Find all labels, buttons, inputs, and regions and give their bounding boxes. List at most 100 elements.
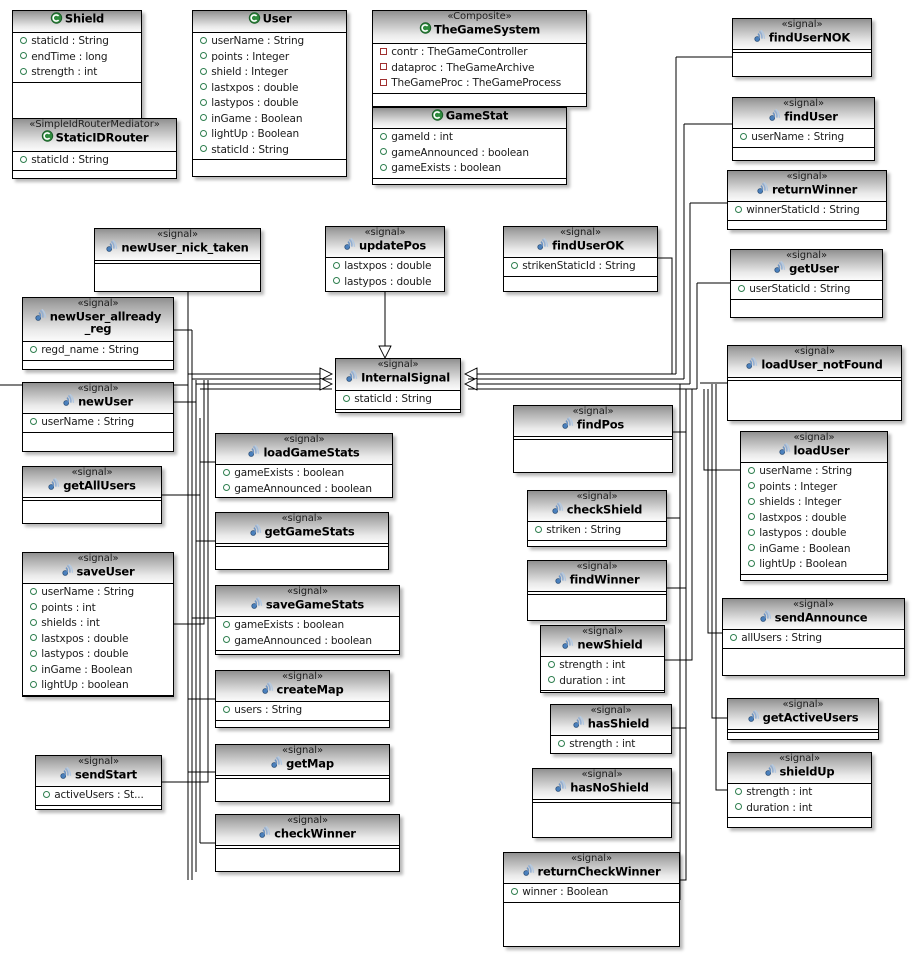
uml-class-getgamestats[interactable]: «signal» getGameStats — [215, 512, 389, 570]
uml-class-finduserok[interactable]: «signal» findUserOK strikenStaticId : Str… — [503, 226, 658, 292]
uml-class-getmap[interactable]: «signal» getMap — [215, 744, 390, 802]
public-visibility-icon — [29, 662, 38, 678]
class-header-getuser: «signal» getUser — [731, 250, 882, 281]
uml-class-hasshield[interactable]: «signal» hasShield strength : int — [550, 704, 672, 754]
uml-class-thegamesystem[interactable]: «Composite» TheGameSystem contr : TheGame… — [372, 10, 587, 107]
attribute-row: lightUp : Boolean — [193, 127, 346, 143]
uml-class-finduser[interactable]: «signal» findUser userName : String — [732, 97, 875, 161]
uml-class-user[interactable]: User userName : String points : Integer … — [192, 10, 347, 177]
public-visibility-icon — [19, 49, 28, 65]
uml-class-staticidrouter[interactable]: «SimpleIdRouterMediator» StaticIDRouter s… — [12, 118, 177, 179]
attribute-row: lastxpos : double — [741, 511, 887, 527]
class-title-returncheckwinner: returnCheckWinner — [506, 864, 677, 878]
uml-class-getallusers[interactable]: «signal» getAllUsers — [22, 466, 162, 524]
uml-class-sendstart[interactable]: «signal» sendStart activeUsers : St... — [35, 755, 162, 810]
class-stereotype-returncheckwinner: «signal» — [570, 853, 613, 864]
uml-class-checkwinner[interactable]: «signal» checkWinner — [215, 814, 400, 872]
uml-class-loadgamestats[interactable]: «signal» loadGameStats gameExists : boole… — [215, 433, 393, 498]
class-title-createmap: createMap — [218, 682, 387, 696]
class-name-staticidrouter: StaticIDRouter — [55, 129, 149, 144]
public-visibility-icon — [199, 33, 208, 49]
attribute-text: lightUp : Boolean — [756, 558, 847, 570]
attribute-row: strikenStaticId : String — [504, 259, 657, 275]
attribute-row: strength : int — [728, 785, 871, 801]
uml-class-saveuser[interactable]: «signal» saveUser userName : String point… — [22, 552, 174, 697]
class-name-newuser: newUser — [78, 393, 133, 408]
uml-class-shield[interactable]: Shield staticId : String endTime : long … — [12, 10, 142, 119]
class-stereotype-newuser_nick_taken: «signal» — [156, 229, 199, 240]
uml-class-sendannounce[interactable]: «signal» sendAnnounce allUsers : String — [722, 598, 905, 676]
public-visibility-icon — [199, 142, 208, 158]
attribute-text: regd_name : String — [38, 344, 139, 356]
attributes-compartment-loadgamestats: gameExists : boolean gameAnnounced : boo… — [216, 465, 392, 497]
attributes-compartment-internalsignal: staticId : String — [336, 391, 460, 409]
class-title-updatepos: updatePos — [328, 238, 442, 252]
uml-class-gamestat[interactable]: GameStat gameId : int gameAnnounced : bo… — [372, 107, 567, 185]
uml-class-newuser_nick_taken[interactable]: «signal» newUser_nick_taken — [94, 228, 261, 292]
attribute-text: lastypos : double — [756, 527, 847, 539]
uml-class-getactiveusers[interactable]: «signal» getActiveUsers — [727, 698, 879, 740]
attribute-row: gameId : int — [373, 130, 566, 146]
class-title-finduserNOK: findUserNOK — [735, 30, 869, 44]
class-header-saveuser: «signal» saveUser — [23, 553, 173, 584]
class-icon — [248, 11, 261, 24]
attribute-row: points : int — [23, 601, 173, 617]
attribute-row: TheGameProc : TheGameProcess — [373, 76, 586, 92]
uml-class-loaduser[interactable]: «signal» loadUser userName : String point… — [740, 431, 888, 581]
uml-class-shieldup[interactable]: «signal» shieldUp strength : int duration… — [727, 752, 872, 828]
uml-class-hasnoshield[interactable]: «signal» hasNoShield — [532, 768, 672, 838]
class-title-newuser_allready_reg: newUser_allready _reg — [25, 309, 171, 335]
signal-icon — [271, 756, 284, 768]
uml-class-returnwinner[interactable]: «signal» returnWinner winnerStaticId : St… — [727, 170, 887, 230]
attributes-compartment-newuser_allready_reg: regd_name : String — [23, 342, 173, 360]
attribute-text: striken : String — [543, 524, 621, 536]
class-header-savegamestats: «signal» saveGameStats — [216, 586, 399, 617]
class-header-findpos: «signal» findPos — [514, 406, 672, 437]
uml-class-getuser[interactable]: «signal» getUser userStaticId : String — [730, 249, 883, 318]
operations-compartment-returnwinner — [728, 219, 886, 229]
class-header-newuser_nick_taken: «signal» newUser_nick_taken — [95, 229, 260, 261]
uml-class-updatepos[interactable]: «signal» updatePos lastxpos : double last… — [325, 226, 445, 292]
uml-class-loaduser_notfound[interactable]: «signal» loadUser_notFound — [727, 345, 902, 421]
class-title-shieldup: shieldUp — [730, 764, 869, 778]
signal-icon — [554, 572, 568, 584]
uml-class-createmap[interactable]: «signal» createMap users : String — [215, 670, 390, 728]
uml-class-checkshield[interactable]: «signal» checkShield striken : String — [527, 490, 667, 547]
public-visibility-icon — [332, 274, 341, 290]
attribute-text: gameExists : boolean — [231, 619, 344, 631]
class-header-shield: Shield — [13, 11, 141, 33]
public-visibility-icon — [29, 600, 38, 616]
operations-compartment-thegamesystem — [373, 92, 586, 106]
class-icon — [41, 130, 54, 142]
class-header-returnwinner: «signal» returnWinner — [728, 171, 886, 202]
operations-compartment-finduserok — [504, 275, 657, 291]
class-header-finduserok: «signal» findUserOK — [504, 227, 657, 258]
signal-icon — [249, 524, 263, 536]
attribute-row: staticId : String — [13, 153, 176, 169]
operations-compartment-loaduser — [741, 573, 887, 580]
class-header-sendannounce: «signal» sendAnnounce — [723, 599, 904, 630]
signal-icon — [522, 864, 536, 876]
class-title-user: User — [195, 11, 344, 25]
class-name-savegamestats: saveGameStats — [265, 596, 365, 611]
class-icon — [419, 22, 432, 34]
operations-compartment-returncheckwinner — [504, 901, 679, 946]
uml-class-savegamestats[interactable]: «signal» saveGameStats gameExists : boole… — [215, 585, 400, 655]
uml-class-findpos[interactable]: «signal» findPos — [513, 405, 673, 473]
attribute-row: gameExists : boolean — [373, 161, 566, 177]
uml-class-internalsignal[interactable]: «signal» InternalSignal staticId : String — [335, 358, 461, 413]
public-visibility-icon — [199, 64, 208, 80]
class-name-getuser: getUser — [789, 260, 839, 275]
signal-icon — [537, 238, 550, 250]
uml-class-returncheckwinner[interactable]: «signal» returnCheckWinner winner : Boole… — [503, 852, 680, 947]
uml-class-finduserNOK[interactable]: «signal» findUserNOK — [732, 18, 872, 77]
class-stereotype-loaduser_notfound: «signal» — [793, 346, 836, 357]
class-stereotype-updatepos: «signal» — [364, 227, 406, 238]
uml-class-newuser[interactable]: «signal» newUser userName : String — [22, 382, 174, 452]
uml-class-newshield[interactable]: «signal» newShield strength : int duratio… — [540, 625, 665, 693]
uml-class-newuser_allready_reg[interactable]: «signal» newUser_allready _reg regd_name … — [22, 297, 174, 370]
public-visibility-icon — [547, 657, 556, 673]
uml-class-findwinner[interactable]: «signal» findWinner — [527, 560, 667, 621]
class-name-hasnoshield: hasNoShield — [570, 779, 649, 794]
signal-icon — [61, 564, 75, 576]
